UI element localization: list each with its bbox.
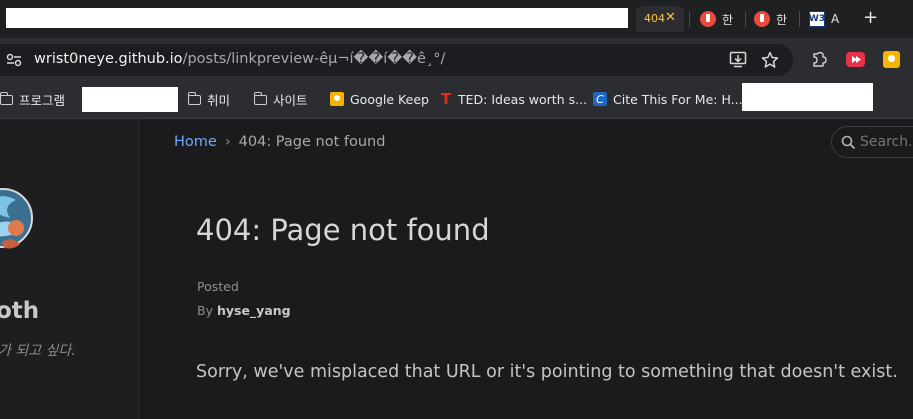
url-path: /posts/linkpreview-êµ¬í��í��ê¸°/ — [182, 51, 446, 67]
site-title[interactable]: oth — [0, 298, 39, 324]
site-favicon-icon — [754, 11, 770, 27]
author-name[interactable]: hyse_yang — [217, 303, 291, 318]
redacted-bookmark — [82, 87, 178, 112]
tab-separator — [799, 11, 800, 27]
bookmark-label: 프로그램 — [19, 92, 66, 108]
tab-label: 404 — [644, 12, 665, 25]
close-icon[interactable]: ✕ — [665, 10, 676, 25]
tab-4[interactable]: W3 A — [809, 6, 839, 32]
cite-this-for-me-icon: C — [593, 92, 607, 106]
post-byline: By hyse_yang — [197, 303, 291, 318]
bookmark-label: Cite This For Me: H... — [613, 91, 743, 107]
bookmark-label: 취미 — [207, 92, 231, 108]
breadcrumb-home-link[interactable]: Home — [174, 134, 217, 150]
redacted-bookmark — [742, 83, 873, 111]
avatar[interactable] — [0, 166, 34, 278]
new-tab-plus-icon[interactable]: + — [863, 7, 878, 28]
search-box[interactable] — [831, 126, 913, 158]
folder-icon — [0, 92, 13, 105]
tab-active[interactable]: 404 ✕ — [636, 6, 684, 32]
bookmark-ted[interactable]: T TED: Ideas worth s... — [440, 88, 587, 110]
tab-label: 한 — [722, 12, 734, 27]
google-keep-icon — [330, 92, 344, 106]
search-input[interactable] — [860, 133, 913, 151]
tab-3[interactable]: 한 — [754, 6, 787, 32]
url-text[interactable]: wrist0neye.github.io/posts/linkpreview-ê… — [34, 51, 445, 67]
bookmark-folder-hobby[interactable]: 취미 — [187, 88, 231, 110]
tab-separator — [689, 11, 690, 27]
tab-2[interactable]: 한 — [700, 6, 733, 32]
url-domain: wrist0neye.github.io — [34, 51, 183, 67]
redacted-tab-title — [6, 8, 628, 28]
install-app-icon[interactable] — [729, 51, 747, 68]
tab-label: A — [831, 12, 840, 26]
site-favicon-icon — [700, 11, 716, 27]
not-found-message: Sorry, we've misplaced that URL or it's … — [196, 362, 898, 382]
breadcrumb: Home › 404: Page not found — [174, 134, 385, 150]
bookmark-folder-sites[interactable]: 사이트 — [253, 88, 308, 110]
bookmark-label: TED: Ideas worth s... — [458, 91, 588, 107]
bookmark-label: 사이트 — [273, 92, 308, 108]
w3schools-icon: W3 — [809, 11, 825, 27]
tab-separator — [745, 11, 746, 27]
youtube-extension-icon[interactable] — [846, 52, 865, 67]
bookmark-folder-programs[interactable]: 프로그램 — [0, 88, 65, 110]
folder-icon — [253, 92, 267, 105]
bookmark-google-keep[interactable]: Google Keep — [330, 88, 429, 110]
folder-icon — [187, 92, 201, 105]
breadcrumb-separator: › — [224, 134, 231, 150]
bookmark-star-icon[interactable] — [761, 51, 779, 69]
extension-puzzle-icon[interactable] — [811, 51, 829, 69]
posted-label: Posted — [197, 279, 239, 294]
google-keep-extension-icon[interactable] — [883, 51, 900, 68]
by-label: By — [197, 303, 213, 318]
tab-label: 한 — [776, 12, 788, 27]
ted-icon: T — [440, 90, 452, 108]
site-tagline: 가 되고 싶다. — [0, 343, 76, 359]
bookmark-cite-this-for-me[interactable]: C Cite This For Me: H... — [593, 88, 743, 110]
bookmark-label: Google Keep — [350, 91, 429, 107]
breadcrumb-current: 404: Page not found — [238, 134, 386, 150]
search-icon — [841, 135, 856, 150]
site-info-icon[interactable] — [6, 53, 22, 67]
page-title: 404: Page not found — [196, 213, 490, 247]
address-bar[interactable]: wrist0neye.github.io/posts/linkpreview-ê… — [0, 44, 793, 76]
